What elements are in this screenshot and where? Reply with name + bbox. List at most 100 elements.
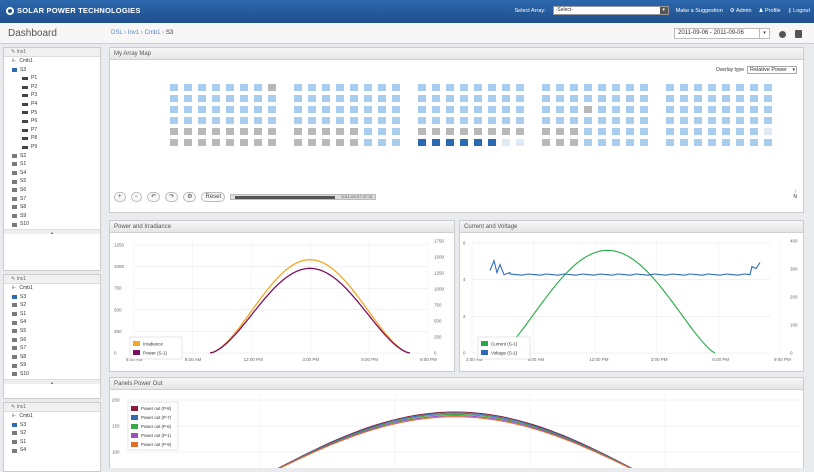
tree-item-s6[interactable]: S6 bbox=[4, 186, 100, 195]
tree-item-p8[interactable]: P8 bbox=[4, 134, 100, 143]
array-panel-cell[interactable] bbox=[460, 117, 468, 124]
array-panel-cell[interactable] bbox=[556, 84, 564, 91]
array-panel-cell[interactable] bbox=[516, 128, 524, 135]
array-panel-cell[interactable] bbox=[556, 128, 564, 135]
array-panel-cell[interactable] bbox=[378, 106, 386, 113]
array-panel-cell[interactable] bbox=[378, 128, 386, 135]
array-panel-cell[interactable] bbox=[378, 95, 386, 102]
array-panel-cell[interactable] bbox=[680, 84, 688, 91]
array-panel-cell[interactable] bbox=[254, 106, 262, 113]
array-panel-cell[interactable] bbox=[640, 117, 648, 124]
array-panel-cell[interactable] bbox=[392, 139, 400, 146]
array-panel-cell[interactable] bbox=[584, 106, 592, 113]
logout-link[interactable]: ⚷ Logout bbox=[788, 8, 810, 14]
array-panel-cell[interactable] bbox=[336, 95, 344, 102]
array-panel-cell[interactable] bbox=[556, 106, 564, 113]
array-panel-cell[interactable] bbox=[474, 95, 482, 102]
time-slider[interactable]: 2011-09-07 07:15 bbox=[230, 194, 377, 200]
crumb-dsl[interactable]: DSL bbox=[111, 30, 122, 36]
tree-item-s7[interactable]: S7 bbox=[4, 344, 100, 353]
array-panel-cell[interactable] bbox=[212, 128, 220, 135]
array-panel-cell[interactable] bbox=[680, 106, 688, 113]
array-panel-cell[interactable] bbox=[680, 117, 688, 124]
array-panel-cell[interactable] bbox=[694, 95, 702, 102]
array-panel-cell[interactable] bbox=[474, 106, 482, 113]
tree-item-p5[interactable]: P5 bbox=[4, 109, 100, 118]
array-panel-cell[interactable] bbox=[268, 117, 276, 124]
array-panel-cell[interactable] bbox=[170, 95, 178, 102]
array-panel-cell[interactable] bbox=[750, 84, 758, 91]
tree-item-p4[interactable]: P4 bbox=[4, 100, 100, 109]
array-panel-cell[interactable] bbox=[336, 106, 344, 113]
array-panel-cell[interactable] bbox=[474, 128, 482, 135]
array-panel-cell[interactable] bbox=[446, 84, 454, 91]
array-panel-cell[interactable] bbox=[294, 139, 302, 146]
array-panel-cell[interactable] bbox=[666, 139, 674, 146]
tree-item-s9[interactable]: S9 bbox=[4, 212, 100, 221]
array-panel-cell[interactable] bbox=[184, 106, 192, 113]
array-panel-cell[interactable] bbox=[212, 95, 220, 102]
array-panel-cell[interactable] bbox=[322, 106, 330, 113]
array-panel-cell[interactable] bbox=[432, 139, 440, 146]
tree-item-p3[interactable]: P3 bbox=[4, 91, 100, 100]
array-panel-cell[interactable] bbox=[502, 106, 510, 113]
array-panel-cell[interactable] bbox=[254, 95, 262, 102]
array-panel-cell[interactable] bbox=[694, 84, 702, 91]
array-panel-cell[interactable] bbox=[294, 117, 302, 124]
array-panel-cell[interactable] bbox=[364, 95, 372, 102]
tree-item-s5[interactable]: S5 bbox=[4, 327, 100, 336]
array-panel-cell[interactable] bbox=[488, 106, 496, 113]
array-panel-cell[interactable] bbox=[418, 128, 426, 135]
tree-item-s5[interactable]: S5 bbox=[4, 177, 100, 186]
array-panel-cell[interactable] bbox=[722, 95, 730, 102]
array-panel-cell[interactable] bbox=[598, 128, 606, 135]
array-panel-cell[interactable] bbox=[736, 128, 744, 135]
array-panel-cell[interactable] bbox=[268, 106, 276, 113]
array-panel-cell[interactable] bbox=[446, 117, 454, 124]
array-panel-cell[interactable] bbox=[392, 106, 400, 113]
array-panel-cell[interactable] bbox=[488, 128, 496, 135]
array-panel-cell[interactable] bbox=[612, 128, 620, 135]
array-panel-cell[interactable] bbox=[488, 84, 496, 91]
array-panel-cell[interactable] bbox=[308, 139, 316, 146]
array-panel-cell[interactable] bbox=[680, 139, 688, 146]
array-panel-cell[interactable] bbox=[598, 117, 606, 124]
array-panel-cell[interactable] bbox=[336, 84, 344, 91]
array-panel-cell[interactable] bbox=[322, 117, 330, 124]
array-panel-cell[interactable] bbox=[392, 84, 400, 91]
array-panel-cell[interactable] bbox=[364, 84, 372, 91]
array-panel-cell[interactable] bbox=[198, 139, 206, 146]
array-panel-cell[interactable] bbox=[460, 128, 468, 135]
rotate-left-button[interactable]: ↶ bbox=[147, 192, 161, 202]
array-panel-cell[interactable] bbox=[322, 84, 330, 91]
zoom-in-button[interactable]: + bbox=[114, 192, 126, 202]
array-panel-cell[interactable] bbox=[556, 95, 564, 102]
array-panel-cell[interactable] bbox=[570, 139, 578, 146]
array-panel-cell[interactable] bbox=[308, 84, 316, 91]
tree-item-s10[interactable]: S10 bbox=[4, 370, 100, 379]
array-panel-cell[interactable] bbox=[750, 106, 758, 113]
tree-item-s1[interactable]: S1 bbox=[4, 310, 100, 319]
array-panel-cell[interactable] bbox=[460, 84, 468, 91]
array-panel-cell[interactable] bbox=[722, 84, 730, 91]
array-panel-cell[interactable] bbox=[418, 117, 426, 124]
array-panel-cell[interactable] bbox=[722, 128, 730, 135]
array-panel-cell[interactable] bbox=[294, 84, 302, 91]
overlay-type-select[interactable]: Relative Power bbox=[747, 66, 797, 74]
array-panel-cell[interactable] bbox=[184, 117, 192, 124]
array-panel-cell[interactable] bbox=[666, 95, 674, 102]
tree-item-s10[interactable]: S10 bbox=[4, 220, 100, 229]
array-panel-cell[interactable] bbox=[542, 84, 550, 91]
array-panel-cell[interactable] bbox=[336, 128, 344, 135]
array-panel-cell[interactable] bbox=[570, 84, 578, 91]
array-panel-cell[interactable] bbox=[308, 128, 316, 135]
crumb-inv1[interactable]: Inv1 bbox=[128, 30, 139, 36]
array-panel-cell[interactable] bbox=[364, 117, 372, 124]
array-panel-cell[interactable] bbox=[254, 117, 262, 124]
tree-collapse-toggle[interactable]: ▲ bbox=[4, 228, 100, 235]
tree-combiner[interactable]: ⊩ Cmb1 bbox=[4, 412, 100, 421]
profile-link[interactable]: ♟ Profile bbox=[759, 8, 781, 14]
array-panel-cell[interactable] bbox=[640, 128, 648, 135]
help-icon[interactable] bbox=[779, 31, 786, 38]
array-panel-cell[interactable] bbox=[542, 139, 550, 146]
